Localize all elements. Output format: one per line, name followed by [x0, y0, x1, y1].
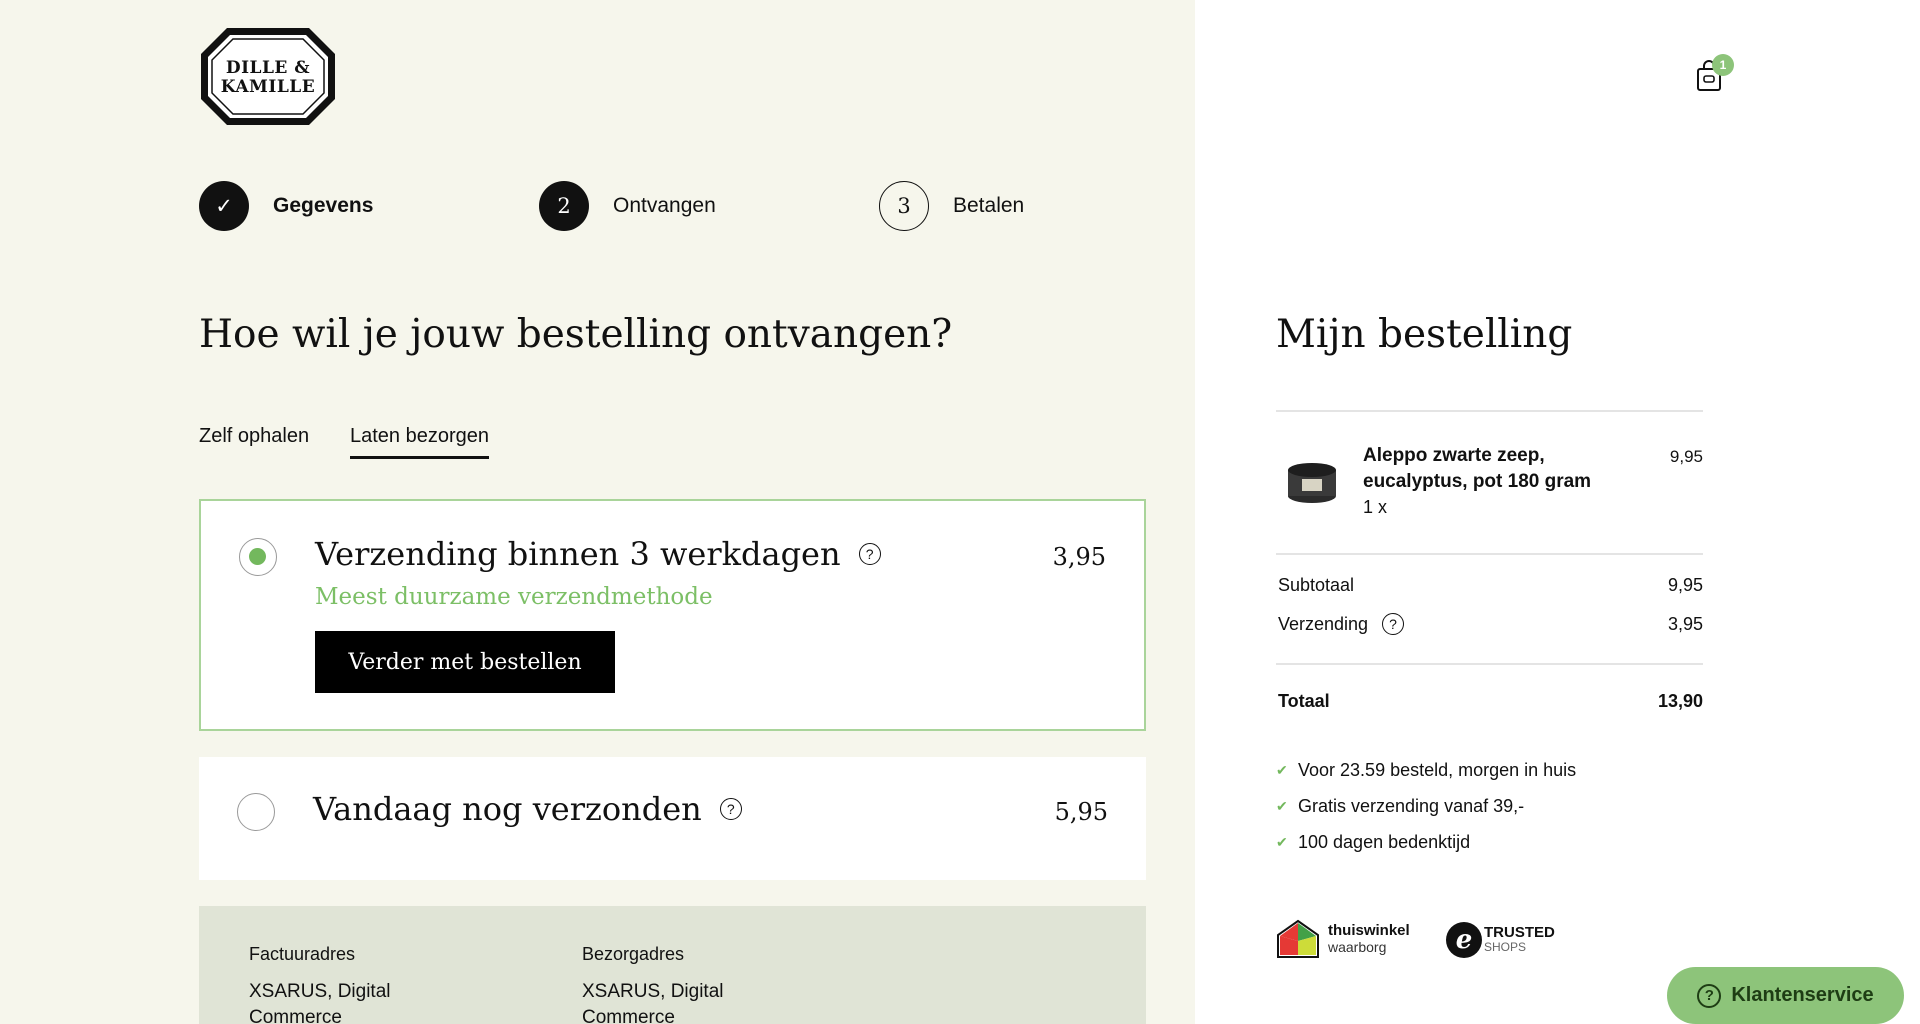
usp-text: Voor 23.59 besteld, morgen in huis: [1298, 760, 1577, 780]
thuiswinkel-text: thuiswinkel waarborg: [1328, 922, 1410, 956]
product-quantity: 1 x: [1363, 497, 1388, 517]
trusted-shops-text: TRUSTED SHOPS: [1484, 924, 1555, 954]
trusted-shops-e-icon: e: [1446, 922, 1482, 958]
step-number: 3: [879, 181, 929, 231]
delivery-address: Bezorgadres XSARUS, Digital Commerce: [582, 944, 782, 1024]
shipping-label-wrap: Verzending ?: [1278, 613, 1405, 635]
help-icon[interactable]: ?: [1382, 613, 1405, 635]
cart-count-badge: 1: [1712, 54, 1734, 76]
option-subtitle: Meest duurzame verzendmethode: [315, 584, 713, 610]
usp-text: 100 dagen bedenktijd: [1298, 832, 1471, 852]
dille-kamille-logo[interactable]: DILLE & KAMILLE: [199, 26, 337, 127]
option-price: 3,95: [1052, 543, 1106, 571]
radio-selected[interactable]: [239, 538, 277, 576]
thuiswinkel-line1: thuiswinkel: [1328, 922, 1410, 939]
customer-service-button[interactable]: ? Klantenservice: [1667, 967, 1904, 1024]
shipping-value: 3,95: [1667, 613, 1703, 634]
thuiswinkel-waarborg-logo[interactable]: thuiswinkel waarborg: [1276, 918, 1410, 960]
divider: [1276, 663, 1703, 665]
shipping-row: Verzending ? 3,95: [1278, 613, 1703, 635]
soap-jar-icon: [1288, 463, 1336, 503]
delivery-address-value: XSARUS, Digital Commerce: [582, 981, 724, 1024]
trusted-shops-logo[interactable]: e TRUSTED SHOPS: [1446, 918, 1555, 962]
step-betalen: 3 Betalen: [879, 181, 1024, 231]
continue-ordering-button[interactable]: Verder met bestellen: [315, 631, 615, 693]
help-icon[interactable]: ?: [719, 798, 742, 820]
billing-address-label: Factuuradres: [249, 944, 356, 964]
total-row: Totaal 13,90: [1278, 691, 1703, 712]
option-price: 5,95: [1054, 798, 1108, 826]
option-title: Vandaag nog verzonden ?: [313, 790, 742, 828]
delivery-address-label: Bezorgadres: [582, 944, 685, 964]
usp-item: ✔ Gratis verzending vanaf 39,-: [1276, 796, 1524, 817]
step-label: Betalen: [953, 194, 1025, 217]
divider: [1276, 410, 1703, 412]
option-title: Verzending binnen 3 werkdagen ?: [315, 535, 881, 573]
total-value: 13,90: [1657, 691, 1703, 711]
step-label: Ontvangen: [613, 194, 716, 217]
tab-zelf-ophalen[interactable]: Zelf ophalen: [199, 425, 309, 456]
shipping-label: Verzending: [1278, 613, 1369, 634]
step-gegevens[interactable]: ✓ Gegevens: [199, 181, 373, 231]
address-panel: Factuuradres XSARUS, Digital Commerce Be…: [199, 906, 1146, 1024]
shipping-option-same-day[interactable]: Vandaag nog verzonden ? 5,95: [199, 757, 1146, 880]
check-icon: ✔: [1276, 762, 1288, 778]
product-price: 9,95: [1669, 447, 1703, 466]
trusted-shops-line1: TRUSTED: [1484, 924, 1555, 941]
subtotal-value: 9,95: [1667, 575, 1703, 595]
product-image: [1284, 452, 1340, 508]
help-icon[interactable]: ?: [858, 543, 881, 565]
step-ontvangen: 2 Ontvangen: [539, 181, 716, 231]
radio-unselected[interactable]: [237, 793, 275, 831]
check-icon: ✔: [1276, 798, 1288, 814]
thuiswinkel-line2: waarborg: [1328, 939, 1387, 955]
radio-dot: [249, 548, 266, 565]
customer-service-label: Klantenservice: [1731, 984, 1874, 1006]
usp-item: ✔ 100 dagen bedenktijd: [1276, 832, 1470, 853]
subtotal-row: Subtotaal 9,95: [1278, 575, 1703, 596]
step-label: Gegevens: [273, 194, 374, 217]
divider: [1276, 553, 1703, 555]
total-label: Totaal: [1278, 691, 1330, 711]
trusted-shops-line2: SHOPS: [1484, 940, 1527, 954]
option-title-text: Vandaag nog verzonden: [313, 790, 702, 828]
check-icon: ✓: [199, 181, 249, 231]
billing-address: Factuuradres XSARUS, Digital Commerce: [249, 944, 449, 1024]
billing-address-value: XSARUS, Digital Commerce: [249, 981, 391, 1024]
order-summary-title: Mijn bestelling: [1276, 312, 1573, 357]
usp-item: ✔ Voor 23.59 besteld, morgen in huis: [1276, 760, 1576, 781]
cart-button[interactable]: 1: [1695, 54, 1734, 94]
shipping-option-standard[interactable]: Verzending binnen 3 werkdagen ? 3,95 Mee…: [199, 499, 1146, 731]
page-title: Hoe wil je jouw bestelling ontvangen?: [199, 312, 953, 357]
step-number: 2: [539, 181, 589, 231]
product-name[interactable]: Aleppo zwarte zeep, eucalyptus, pot 180 …: [1363, 443, 1623, 495]
question-icon: ?: [1697, 983, 1722, 1008]
logo-text: DILLE & KAMILLE: [220, 57, 316, 97]
tab-laten-bezorgen[interactable]: Laten bezorgen: [350, 425, 490, 459]
option-title-text: Verzending binnen 3 werkdagen: [315, 535, 841, 573]
check-icon: ✔: [1276, 834, 1288, 850]
house-icon: [1277, 919, 1319, 958]
subtotal-label: Subtotaal: [1278, 575, 1355, 595]
usp-text: Gratis verzending vanaf 39,-: [1298, 796, 1525, 816]
